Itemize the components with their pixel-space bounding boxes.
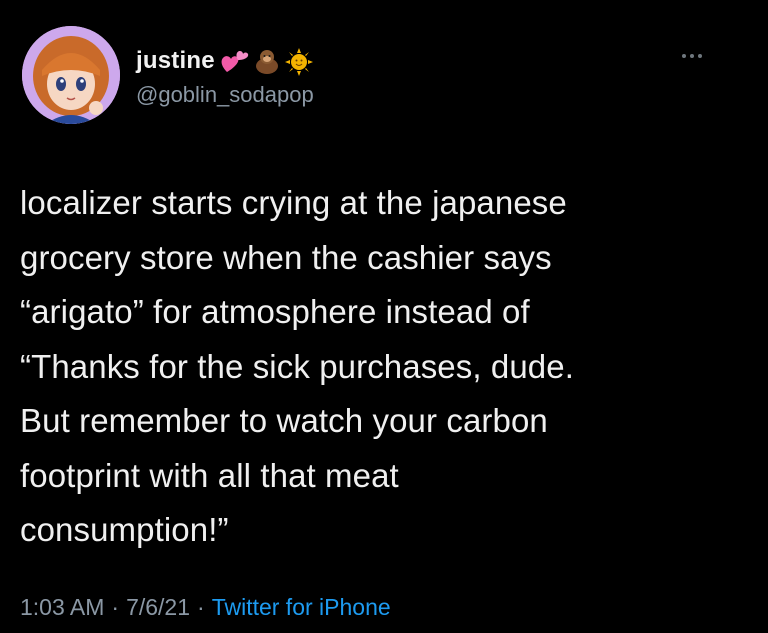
sun-icon [284, 48, 313, 76]
more-options-button[interactable] [674, 44, 710, 68]
more-dot-icon [690, 54, 694, 58]
more-dot-icon [698, 54, 702, 58]
name-row: justine [136, 44, 313, 78]
user-handle[interactable]: @goblin_sodapop [136, 82, 314, 108]
monkey-icon [253, 48, 281, 74]
meta-separator: · [197, 594, 205, 620]
more-dot-icon [682, 54, 686, 58]
display-name[interactable]: justine [136, 47, 215, 75]
heart-icon [219, 48, 249, 74]
tweet-date[interactable]: 7/6/21 [126, 594, 190, 621]
tweet-meta: 1:03 AM · 7/6/21 · Twitter for iPhone [20, 594, 391, 621]
meta-separator: · [111, 594, 120, 620]
avatar-image [22, 26, 120, 124]
avatar[interactable] [22, 26, 120, 124]
tweet-text: localizer starts crying at the japanese … [20, 184, 574, 548]
tweet-time[interactable]: 1:03 AM [20, 594, 104, 621]
tweet-card: justine @goblin_sodapop localizer starts… [0, 0, 768, 633]
tweet-source-link[interactable]: Twitter for iPhone [212, 594, 391, 621]
